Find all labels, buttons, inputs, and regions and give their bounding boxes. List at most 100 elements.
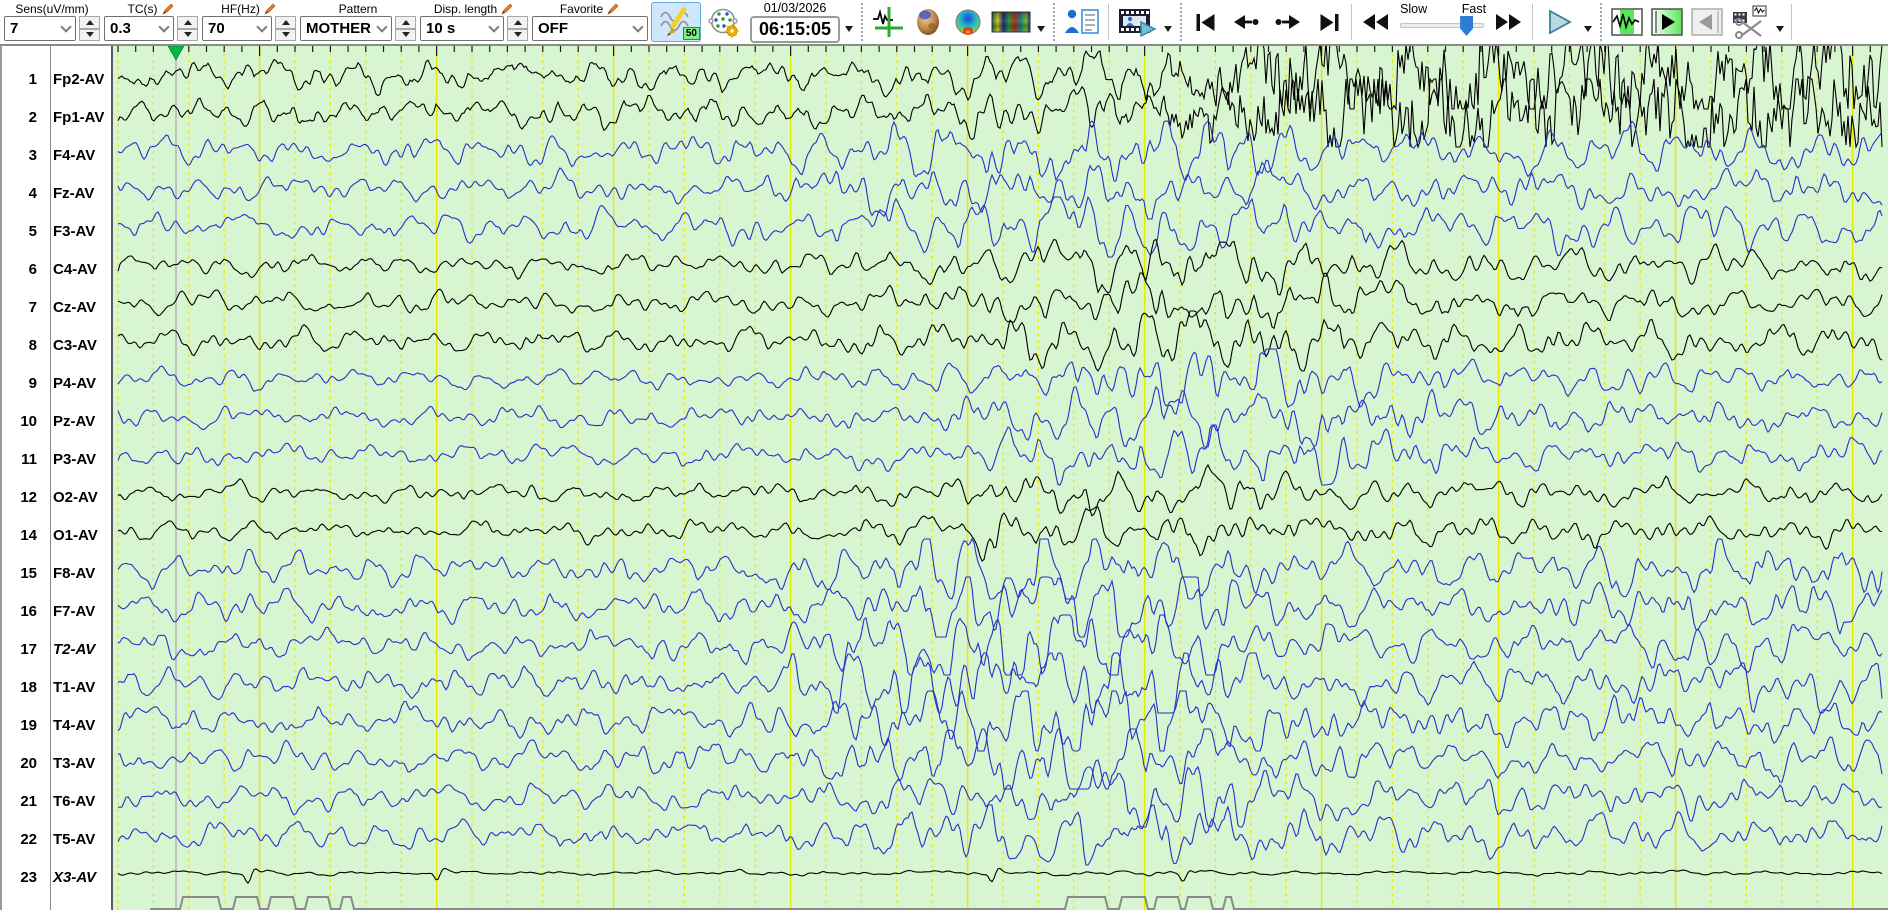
- channel-row[interactable]: 1 Fp2-AV: [2, 60, 111, 98]
- channel-row[interactable]: 4 Fz-AV: [2, 174, 111, 212]
- tc-spin-down-button[interactable]: [177, 28, 198, 41]
- play-forward-mode-button[interactable]: [1648, 2, 1686, 42]
- faster-button[interactable]: [1489, 4, 1527, 40]
- go-last-icon: [1320, 14, 1339, 31]
- play-button[interactable]: [1538, 4, 1580, 40]
- channel-number: 11: [21, 450, 37, 468]
- display-length-select[interactable]: 10 s: [420, 16, 504, 41]
- toolbar-separator: [1053, 3, 1056, 41]
- display-length-spin-down-button[interactable]: [507, 28, 528, 41]
- channel-row[interactable]: 9 P4-AV: [2, 364, 111, 402]
- favorite-group: Favorite OFF: [532, 1, 648, 41]
- next-page-button[interactable]: [1268, 4, 1308, 40]
- patient-info-icon: [1065, 9, 1099, 34]
- pattern-spin-down-button[interactable]: [395, 28, 416, 41]
- channel-row[interactable]: 5 F3-AV: [2, 212, 111, 250]
- channel-row[interactable]: 14 O1-AV: [2, 516, 111, 554]
- tc-select[interactable]: 0.3: [104, 16, 174, 41]
- hf-spin-up-button[interactable]: [275, 16, 296, 29]
- tc-spin-up-button[interactable]: [177, 16, 198, 29]
- montage-settings-button[interactable]: [703, 2, 745, 42]
- rewind-icon: [1363, 14, 1389, 30]
- channel-label: O2-AV: [53, 488, 98, 506]
- fast-forward-icon: [1496, 14, 1522, 30]
- spin-down-icon: [85, 32, 94, 38]
- patient-info-button[interactable]: [1061, 2, 1103, 42]
- channel-row[interactable]: 3 F4-AV: [2, 136, 111, 174]
- dsa-trend-button[interactable]: [989, 2, 1033, 42]
- marker-cursor-button[interactable]: [869, 2, 907, 42]
- channel-row[interactable]: 10 Pz-AV: [2, 402, 111, 440]
- toolbar-separator: [1600, 3, 1603, 41]
- time-dropdown-icon[interactable]: [845, 26, 854, 32]
- head-3d-map-button[interactable]: [909, 2, 947, 42]
- current-time[interactable]: 06:15:05: [750, 16, 841, 43]
- pencil-icon[interactable]: [501, 2, 514, 15]
- hf-spin-down-button[interactable]: [275, 28, 296, 41]
- channel-row[interactable]: 23 X3-AV: [2, 858, 111, 896]
- map-dropdown-icon[interactable]: [1037, 26, 1046, 32]
- channel-row[interactable]: 19 T4-AV: [2, 706, 111, 744]
- channel-row[interactable]: 8 C3-AV: [2, 326, 111, 364]
- sensitivity-spin-down-button[interactable]: [79, 28, 100, 41]
- go-first-button[interactable]: [1188, 4, 1224, 40]
- channel-row[interactable]: 18 T1-AV: [2, 668, 111, 706]
- chevron-down-icon: [632, 20, 644, 33]
- current-date: 01/03/2026: [763, 1, 827, 15]
- pattern-spin-up-button[interactable]: [395, 16, 416, 29]
- channel-row[interactable]: 20 T3-AV: [2, 744, 111, 782]
- clip-video-button[interactable]: [1728, 2, 1772, 42]
- channel-label: O1-AV: [53, 526, 98, 544]
- video-button[interactable]: [1114, 2, 1160, 42]
- play-forward-icon: [1651, 8, 1683, 36]
- topo-map-icon: [955, 9, 981, 35]
- channel-label: Pz-AV: [53, 412, 96, 430]
- prev-page-button[interactable]: [1226, 4, 1266, 40]
- channel-row[interactable]: 7 Cz-AV: [2, 288, 111, 326]
- channel-number: 22: [20, 830, 37, 848]
- pattern-select[interactable]: MOTHER: [300, 16, 392, 41]
- channel-row[interactable]: 11 P3-AV: [2, 440, 111, 478]
- speed-slider-thumb[interactable]: [1460, 16, 1474, 36]
- pencil-icon[interactable]: [607, 2, 620, 15]
- dsa-trend-icon: [991, 11, 1031, 33]
- play-dropdown-icon[interactable]: [1584, 26, 1593, 32]
- channel-row[interactable]: 22 T5-AV: [2, 820, 111, 858]
- sensitivity-spin-up-button[interactable]: [79, 16, 100, 29]
- channel-row[interactable]: 12 O2-AV: [2, 478, 111, 516]
- pencil-icon[interactable]: [264, 2, 277, 15]
- video-dropdown-icon[interactable]: [1164, 26, 1173, 32]
- channel-row[interactable]: 6 C4-AV: [2, 250, 111, 288]
- channel-number: 21: [20, 792, 37, 810]
- play-backward-mode-button[interactable]: [1688, 2, 1726, 42]
- go-last-button[interactable]: [1310, 4, 1346, 40]
- channel-label: T1-AV: [53, 678, 96, 696]
- favorite-select[interactable]: OFF: [532, 16, 648, 41]
- channel-label-panel: 1 Fp2-AV 2 Fp1-AV 3 F4-AV 4 Fz-AV 5 F3-AV 6 C4-AV 7 C…: [0, 46, 113, 910]
- channel-number: M: [2, 907, 44, 910]
- slower-button[interactable]: [1357, 4, 1395, 40]
- pencil-icon[interactable]: [161, 2, 175, 15]
- channel-label: Fz-AV: [53, 184, 95, 202]
- display-length-spin-up-button[interactable]: [507, 16, 528, 29]
- channel-row[interactable]: 21 T6-AV: [2, 782, 111, 820]
- spin-up-icon: [513, 19, 522, 25]
- eeg-waveform-area[interactable]: [113, 46, 1888, 910]
- channel-row[interactable]: 15 F8-AV: [2, 554, 111, 592]
- hf-select[interactable]: 70: [202, 16, 272, 41]
- channel-row[interactable]: 2 Fp1-AV: [2, 98, 111, 136]
- channel-row[interactable]: 17 T2-AV: [2, 630, 111, 668]
- review-mode-button[interactable]: [1608, 2, 1646, 42]
- channel-number: 8: [28, 336, 37, 354]
- channel-number: 23: [20, 868, 37, 886]
- head-3d-icon: [917, 9, 940, 35]
- speed-slider[interactable]: Slow Fast: [1398, 2, 1486, 40]
- channel-row[interactable]: 16 F7-AV: [2, 592, 111, 630]
- topo-map-button[interactable]: [949, 2, 987, 42]
- clip-dropdown-icon[interactable]: [1776, 26, 1785, 32]
- filter-50hz-button[interactable]: 50: [651, 2, 701, 42]
- channel-row[interactable]: M: [2, 896, 111, 910]
- eeg-trace-canvas[interactable]: [113, 46, 1888, 910]
- channel-label: X3-AV: [53, 868, 97, 886]
- sensitivity-select[interactable]: 7: [4, 16, 76, 41]
